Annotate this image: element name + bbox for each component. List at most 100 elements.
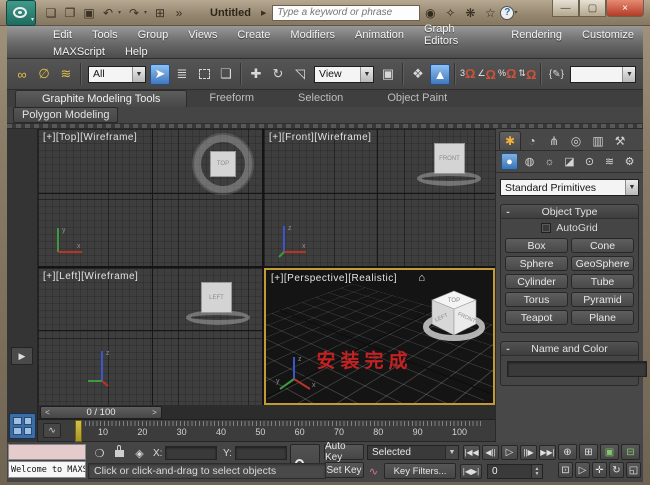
snaps-toggle-3d-icon[interactable]: 3Ω <box>460 67 475 80</box>
polygon-modeling-panel-button[interactable]: Polygon Modeling <box>13 107 119 123</box>
rollout-minimize-icon[interactable]: - <box>501 206 515 218</box>
menu-rendering[interactable]: Rendering <box>502 29 571 41</box>
viewcube-top[interactable]: TOP <box>194 135 252 193</box>
maximize-button[interactable]: ▢ <box>579 0 606 17</box>
qat-overflow-icon[interactable]: » <box>170 4 188 22</box>
tab-utilities-icon[interactable]: ⚒ <box>609 131 631 150</box>
select-object-button[interactable]: ➤ <box>150 63 170 85</box>
category-lights-icon[interactable]: ☼ <box>541 153 558 170</box>
strip-expand-arrow-button[interactable]: ▶ <box>11 347 33 365</box>
create-button-geosphere[interactable]: GeoSphere <box>571 256 634 271</box>
use-pivot-center-icon[interactable]: ▣ <box>378 64 398 85</box>
percent-snap-icon[interactable]: % Ω <box>498 67 516 80</box>
track-bar[interactable]: ∿ 10 20 30 40 50 60 70 80 90 100 <box>38 420 495 442</box>
set-key-button[interactable]: Set Key <box>324 462 364 478</box>
viewport-top-label[interactable]: [+][Top][Wireframe] <box>43 132 137 143</box>
menu-maxscript[interactable]: MAXScript <box>44 46 114 58</box>
rectangular-selection-region-icon[interactable] <box>194 64 214 85</box>
menu-tools[interactable]: Tools <box>83 29 127 41</box>
category-cameras-icon[interactable]: ◪ <box>561 153 578 170</box>
pan-hand-button[interactable]: ✛ <box>592 462 607 478</box>
ribbon-tab-freeform[interactable]: Freeform <box>187 90 276 107</box>
object-name-field[interactable] <box>507 361 647 377</box>
select-and-move-icon[interactable]: ✚ <box>246 64 266 85</box>
menu-edit[interactable]: Edit <box>44 29 81 41</box>
ribbon-tab-object-paint[interactable]: Object Paint <box>365 90 469 107</box>
tab-motion-icon[interactable]: ◎ <box>565 131 587 150</box>
go-to-end-button[interactable]: ▶▶| <box>539 445 556 460</box>
category-spacewarps-icon[interactable]: ≋ <box>601 153 618 170</box>
play-button[interactable]: ▷ <box>501 445 518 460</box>
auto-key-button[interactable]: Auto Key <box>324 441 364 463</box>
current-frame-marker[interactable] <box>75 420 82 442</box>
redo-icon[interactable]: ↷ <box>125 4 143 22</box>
unlink-selection-icon[interactable]: ∅ <box>34 64 54 85</box>
time-slider[interactable]: < 0 / 100 > <box>38 405 495 420</box>
create-button-cylinder[interactable]: Cylinder <box>505 274 568 289</box>
name-color-header[interactable]: - Name and Color <box>501 342 638 356</box>
maxscript-listener-field[interactable]: Welcome to MAXS <box>8 461 86 478</box>
menu-animation[interactable]: Animation <box>346 29 413 41</box>
previous-frame-button[interactable]: ◀|| <box>482 445 499 460</box>
category-helpers-icon[interactable]: ⊙ <box>581 153 598 170</box>
menu-group[interactable]: Group <box>129 29 178 41</box>
select-and-manipulate-icon[interactable]: ❖ <box>408 64 428 85</box>
dropdown-arrow-icon[interactable]: ▼ <box>360 66 373 82</box>
bind-to-spacewarp-icon[interactable]: ≋ <box>56 64 76 85</box>
select-and-scale-icon[interactable]: ◹ <box>290 64 310 85</box>
primitives-dropdown[interactable]: Standard Primitives ▼ <box>500 179 639 196</box>
zoom-all-button[interactable]: ⊞ <box>579 444 598 460</box>
zoom-extents-button[interactable]: ▣ <box>600 444 619 460</box>
create-button-plane[interactable]: Plane <box>571 310 634 325</box>
macro-recorder-field[interactable] <box>8 444 86 460</box>
next-frame-arrow[interactable]: > <box>148 408 161 417</box>
create-button-cone[interactable]: Cone <box>571 238 634 253</box>
redo-caret-icon[interactable]: ▾ <box>144 9 150 16</box>
key-filters-button[interactable]: Key Filters... <box>384 463 456 479</box>
fov-button[interactable]: ▷ <box>575 462 590 478</box>
viewport-perspective[interactable]: [+][Perspective][Realistic] ⌂ 安装完成 TOP L… <box>264 268 495 405</box>
create-button-teapot[interactable]: Teapot <box>505 310 568 325</box>
viewcube-3d[interactable]: TOP LEFT FRONT <box>421 286 487 344</box>
zoom-button[interactable]: ⊕ <box>558 444 577 460</box>
viewcube-face-top[interactable]: TOP <box>448 298 460 304</box>
current-frame-field[interactable]: 0 ▲ ▼ <box>487 464 543 479</box>
time-slider-handle[interactable]: < 0 / 100 > <box>40 406 162 419</box>
orbit-button[interactable]: ↻ <box>609 462 624 478</box>
dropdown-arrow-icon[interactable]: ▼ <box>625 180 638 195</box>
help-caret-icon[interactable]: ▾ <box>514 9 520 16</box>
autogrid-checkbox[interactable] <box>541 222 552 233</box>
mini-curve-editor-icon[interactable]: ∿ <box>43 423 61 438</box>
reference-coordinate-dropdown[interactable]: View ▼ <box>314 65 374 83</box>
select-by-name-icon[interactable]: ≣ <box>172 64 192 85</box>
previous-frame-arrow[interactable]: < <box>41 408 54 417</box>
category-shapes-icon[interactable]: ◍ <box>521 153 538 170</box>
x-coordinate-field[interactable] <box>165 446 217 460</box>
create-button-tube[interactable]: Tube <box>571 274 634 289</box>
go-to-start-button[interactable]: |◀◀ <box>463 445 480 460</box>
close-button[interactable]: × <box>606 0 644 17</box>
spinner-snap-icon[interactable]: ⇅ Ω <box>518 68 536 81</box>
zoom-extents-all-button[interactable]: ⊟ <box>621 444 640 460</box>
undo-icon[interactable]: ↶ <box>99 4 117 22</box>
menu-views[interactable]: Views <box>179 29 226 41</box>
new-key-curve-icon[interactable]: ∿ <box>365 463 382 479</box>
dropdown-arrow-icon[interactable]: ▼ <box>132 66 145 82</box>
minimize-button[interactable]: — <box>552 0 579 17</box>
search-icon[interactable]: ◉ <box>420 4 440 22</box>
title-flyout-icon[interactable]: ▶ <box>261 9 266 17</box>
menu-help[interactable]: Help <box>116 46 157 58</box>
infocenter-search-input[interactable] <box>272 4 421 21</box>
create-button-box[interactable]: Box <box>505 238 568 253</box>
object-type-header[interactable]: - Object Type <box>501 205 638 219</box>
ribbon-tab-selection[interactable]: Selection <box>276 90 365 107</box>
ribbon-tab-graphite-modeling-tools[interactable]: Graphite Modeling Tools <box>15 90 188 107</box>
dropdown-arrow-icon[interactable]: ▼ <box>445 446 458 459</box>
viewport-left[interactable]: [+][Left][Wireframe] LEFT z <box>38 268 262 405</box>
viewcube-top-face[interactable]: TOP <box>210 151 236 177</box>
named-selection-sets-icon[interactable]: {✎} <box>546 64 566 85</box>
favorites-star-icon[interactable]: ☆ <box>480 4 500 22</box>
license-key-icon[interactable]: ✧ <box>440 4 460 22</box>
viewport-top[interactable]: [+][Top][Wireframe] TOP y x <box>38 129 262 266</box>
menu-customize[interactable]: Customize <box>573 29 643 41</box>
